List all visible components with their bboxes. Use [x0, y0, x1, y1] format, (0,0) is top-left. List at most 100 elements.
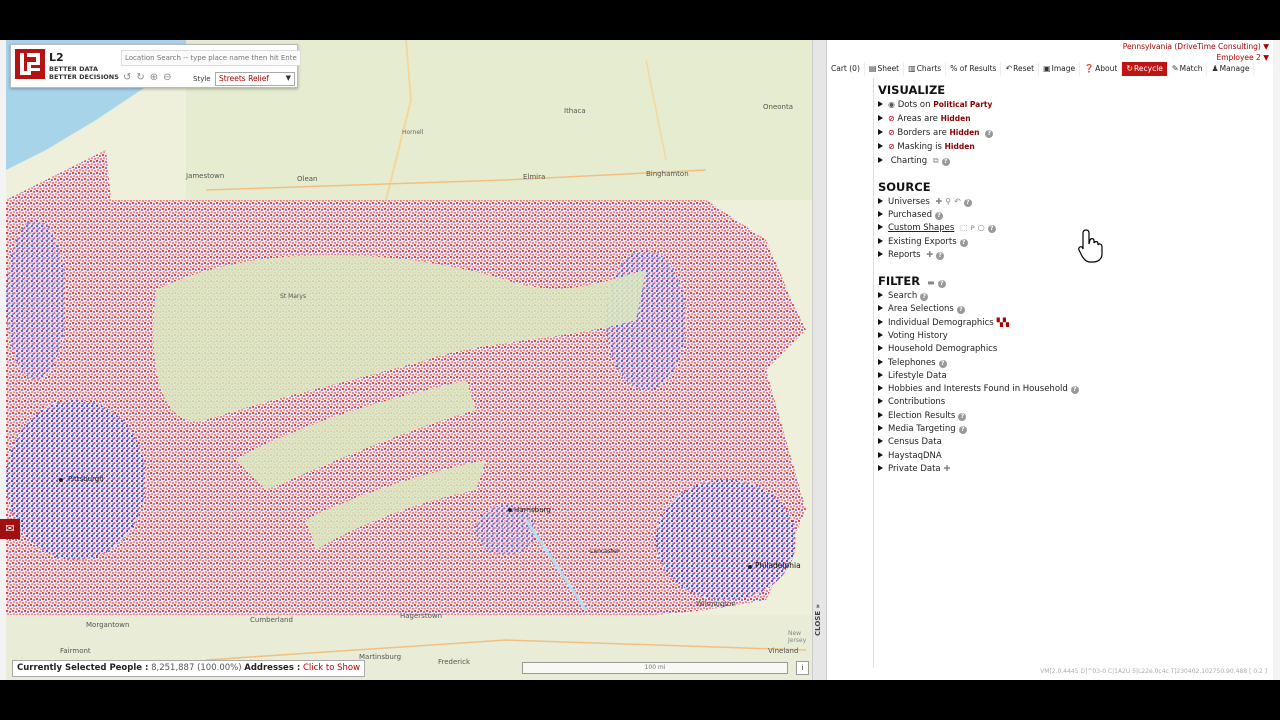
visualize-dots-row[interactable]: ◉ Dots on Political Party: [878, 99, 992, 111]
addresses-show-link[interactable]: Click to Show: [303, 663, 360, 673]
zoom-in-icon[interactable]: ⊕: [150, 72, 163, 83]
help-icon[interactable]: ?: [941, 158, 950, 166]
help-icon[interactable]: ?: [985, 130, 994, 138]
source-existing-exports-row[interactable]: Existing Exports?: [878, 236, 968, 248]
help-icon[interactable]: ?: [936, 252, 945, 260]
filter-item-area-selections[interactable]: Area Selections?: [878, 303, 965, 315]
plus-icon[interactable]: ✚: [926, 250, 933, 259]
charts-button[interactable]: ▥Charts: [904, 62, 947, 76]
circle-select-icon[interactable]: ○: [978, 223, 985, 232]
match-button[interactable]: ✎Match: [1168, 62, 1208, 76]
visualize-areas-row[interactable]: ⊘ Areas are Hidden: [878, 113, 971, 125]
plus-icon[interactable]: ✚: [936, 197, 943, 206]
masking-is-label: is: [935, 142, 942, 152]
filter-item-contributions[interactable]: Contributions: [878, 396, 945, 408]
help-icon[interactable]: ?: [937, 280, 946, 288]
rectangle-select-icon[interactable]: ⬚: [960, 223, 968, 232]
expand-triangle-icon: [878, 305, 883, 311]
feedback-chat-icon[interactable]: ✉: [0, 519, 20, 539]
comment-icon[interactable]: ▬: [927, 278, 935, 287]
search-icon[interactable]: ⚲: [945, 197, 951, 206]
expand-triangle-icon: [878, 143, 883, 149]
project-name: Pennsylvania (DriveTime Consulting): [1122, 42, 1261, 51]
manage-label: Manage: [1219, 64, 1250, 73]
reset-button[interactable]: ↶Reset: [1001, 62, 1040, 76]
place-label-fairmont: Fairmont: [60, 647, 91, 655]
recycle-button[interactable]: ↻Recycle: [1122, 62, 1168, 76]
zoom-out-icon[interactable]: ⊖: [163, 72, 176, 83]
filter-item-election-results[interactable]: Election Results?: [878, 410, 967, 422]
place-label-cumberland: Cumberland: [250, 616, 293, 624]
filter-item-telephones[interactable]: Telephones?: [878, 357, 947, 369]
borders-value[interactable]: Hidden: [950, 128, 980, 137]
filter-item-private-data[interactable]: Private Data ✚: [878, 463, 950, 475]
help-icon[interactable]: ?: [958, 413, 967, 421]
expand-triangle-icon: [878, 319, 883, 325]
help-icon[interactable]: ?: [1070, 386, 1079, 394]
help-icon[interactable]: ?: [938, 360, 947, 368]
help-icon[interactable]: ?: [963, 199, 972, 207]
visualize-borders-row[interactable]: ⊘ Borders are Hidden ?: [878, 127, 994, 139]
sheet-button[interactable]: ▤Sheet: [865, 62, 905, 76]
areas-value[interactable]: Hidden: [941, 114, 971, 123]
filter-item-haystaqdna[interactable]: HaystaqDNA: [878, 450, 942, 462]
location-search-input[interactable]: [121, 50, 301, 66]
map-canvas[interactable]: [6, 40, 812, 680]
visualize-charting-row[interactable]: Charting ⧉?: [878, 155, 950, 167]
map-view[interactable]: Ithaca Oneonta Hornell Jamestown Olean E…: [6, 40, 812, 680]
dots-label: Dots: [897, 100, 918, 110]
filter-item-label: Private Data: [888, 464, 941, 474]
filter-item-census-data[interactable]: Census Data: [878, 436, 942, 448]
filter-item-label: Individual Demographics: [888, 318, 994, 328]
about-button[interactable]: ❓About: [1080, 62, 1123, 76]
place-label-stmarys: St Marys: [280, 293, 307, 300]
manage-button[interactable]: ♟Manage: [1207, 62, 1255, 76]
question-icon: ❓: [1084, 64, 1095, 73]
checker-icon[interactable]: ▚▚: [997, 318, 1009, 327]
visualize-masking-row[interactable]: ⊘ Masking is Hidden: [878, 141, 975, 153]
undo-icon[interactable]: ↶: [954, 197, 961, 206]
dots-value[interactable]: Political Party: [933, 100, 992, 109]
expand-triangle-icon: [878, 157, 883, 163]
cart-button[interactable]: Cart (0): [827, 62, 865, 76]
selected-people-label: Currently Selected People :: [17, 663, 149, 673]
filter-item-label: Telephones: [888, 358, 936, 368]
filter-item-individual-demographics[interactable]: Individual Demographics ▚▚: [878, 317, 1009, 329]
help-icon[interactable]: ?: [935, 212, 943, 220]
help-icon[interactable]: ?: [959, 239, 968, 247]
image-button[interactable]: ▣Image: [1039, 62, 1081, 76]
external-link-icon[interactable]: ⧉: [933, 156, 939, 165]
place-label-wilmington: Wilmington: [696, 600, 736, 608]
source-universes-row[interactable]: Universes ✚ ⚲ ↶?: [878, 196, 972, 208]
help-icon[interactable]: ?: [987, 225, 996, 233]
masking-value[interactable]: Hidden: [945, 142, 975, 151]
rotate-left-icon[interactable]: ↺: [123, 72, 136, 83]
filter-item-search[interactable]: Search?: [878, 290, 929, 302]
filter-item-media-targeting[interactable]: Media Targeting?: [878, 423, 967, 435]
plus-icon[interactable]: ✚: [944, 464, 951, 473]
source-reports-row[interactable]: Reports ✚?: [878, 249, 945, 261]
help-icon[interactable]: ?: [956, 306, 965, 314]
rotate-right-icon[interactable]: ↻: [136, 72, 149, 83]
filter-item-lifestyle-data[interactable]: Lifestyle Data: [878, 370, 947, 382]
help-icon[interactable]: ?: [920, 293, 929, 301]
filter-item-voting-history[interactable]: Voting History: [878, 330, 948, 342]
close-panel-handle[interactable]: CLOSE »: [814, 596, 824, 644]
map-style-select[interactable]: Streets Relief ▼: [215, 72, 295, 86]
sheet-label: Sheet: [877, 64, 900, 73]
map-info-button[interactable]: i: [796, 661, 809, 675]
source-custom-shapes-row[interactable]: Custom Shapes ⬚ ᴘ ○?: [878, 222, 996, 234]
filter-item-hobbies[interactable]: Hobbies and Interests Found in Household…: [878, 383, 1079, 395]
project-selector[interactable]: Pennsylvania (DriveTime Consulting) ▼: [1123, 41, 1269, 52]
place-label-olean: Olean: [297, 175, 318, 183]
lasso-icon[interactable]: ᴘ: [971, 223, 975, 232]
menu-column: VISUALIZE ◉ Dots on Political Party ⊘ Ar…: [873, 78, 1274, 668]
source-purchased-row[interactable]: Purchased?: [878, 209, 943, 221]
map-control-panel: L2 BETTER DATA BETTER DECISIONS ↺↻⊕⊖ Sty…: [10, 44, 301, 88]
panel-divider[interactable]: [812, 40, 827, 680]
custom-shapes-label[interactable]: Custom Shapes: [888, 223, 954, 233]
filter-item-household-demographics[interactable]: Household Demographics: [878, 343, 997, 355]
help-icon[interactable]: ?: [958, 426, 967, 434]
l2-logo-icon: [15, 49, 45, 79]
percent-results-button[interactable]: % of Results: [946, 62, 1002, 76]
